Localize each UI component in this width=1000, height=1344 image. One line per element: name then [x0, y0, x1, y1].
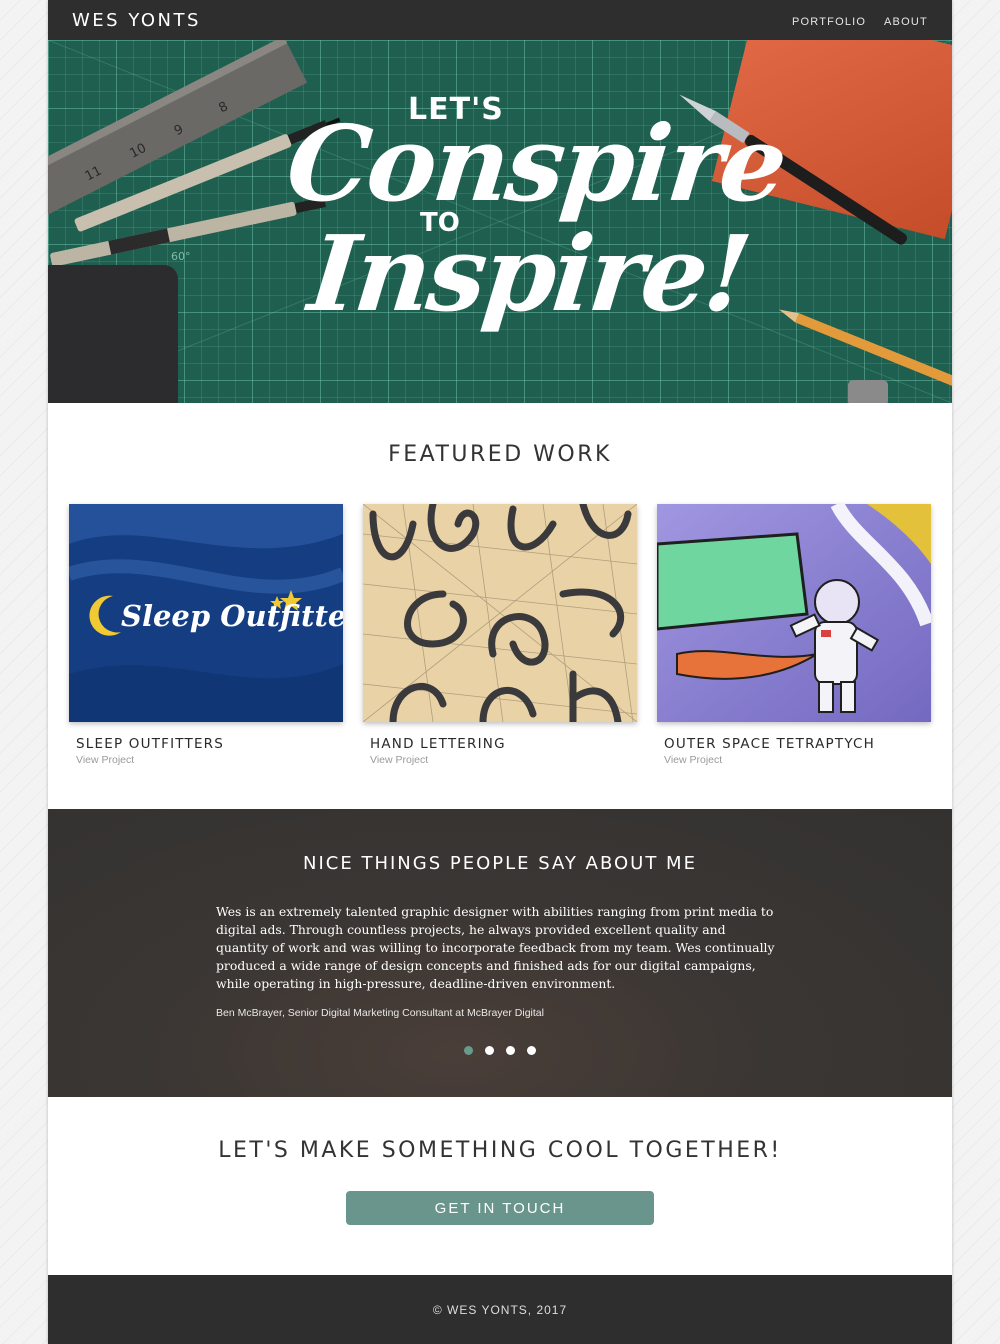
cta-heading: LET'S MAKE SOMETHING COOL TOGETHER! [218, 1138, 782, 1163]
project-card-sleep-outfitters[interactable]: Sleep Outfitters SLEEP OUTFITTERS View P… [69, 504, 343, 766]
testimonial-section: NICE THINGS PEOPLE SAY ABOUT ME Wes is a… [48, 809, 952, 1097]
carousel-dot-2[interactable] [485, 1046, 494, 1055]
sleep-outfitters-logo-image: Sleep Outfitters [69, 504, 343, 722]
testimonial-heading: NICE THINGS PEOPLE SAY ABOUT ME [303, 853, 697, 874]
hero-lettering: LET'S Conspire TO Inspire! [48, 40, 952, 403]
project-thumbnail-sleep-outfitters[interactable]: Sleep Outfitters [69, 504, 343, 722]
copyright-text: © WES YONTS, 2017 [432, 1303, 568, 1317]
hero-banner: 11 10 9 8 60° LET'S Conspire TO Inspire! [48, 40, 952, 403]
nav-link-portfolio[interactable]: PORTFOLIO [792, 16, 866, 28]
project-title: HAND LETTERING [370, 736, 506, 752]
sleep-outfitters-logo-text: Sleep Outfitters [121, 599, 343, 633]
project-card-outer-space-tetraptych[interactable]: OUTER SPACE TETRAPTYCH View Project [657, 504, 931, 766]
view-project-link[interactable]: View Project [370, 754, 637, 766]
featured-work-heading: FEATURED WORK [388, 442, 612, 467]
project-thumbnail-outer-space[interactable] [657, 504, 931, 722]
site-footer: © WES YONTS, 2017 [48, 1275, 952, 1344]
carousel-dot-3[interactable] [506, 1046, 515, 1055]
page: WES YONTS PORTFOLIO ABOUT 11 10 9 8 60° … [48, 0, 952, 1344]
view-project-link[interactable]: View Project [664, 754, 931, 766]
testimonial-author: Ben McBrayer, Senior Digital Marketing C… [216, 1007, 544, 1019]
top-nav: WES YONTS PORTFOLIO ABOUT [48, 0, 952, 40]
hero-line-conspire: Conspire [281, 102, 790, 225]
hand-lettering-image [363, 504, 637, 722]
nav-link-about[interactable]: ABOUT [884, 16, 928, 28]
hero-line-inspire: Inspire! [303, 212, 755, 335]
site-brand[interactable]: WES YONTS [72, 10, 201, 31]
outer-space-illustration [657, 504, 931, 722]
project-title: OUTER SPACE TETRAPTYCH [664, 736, 876, 752]
get-in-touch-button[interactable]: GET IN TOUCH [346, 1191, 654, 1225]
testimonial-quote: Wes is an extremely talented graphic des… [216, 904, 775, 991]
project-title: SLEEP OUTFITTERS [76, 736, 225, 752]
view-project-link[interactable]: View Project [76, 754, 343, 766]
project-card-hand-lettering[interactable]: HAND LETTERING View Project [363, 504, 637, 766]
project-thumbnail-hand-lettering[interactable] [363, 504, 637, 722]
carousel-dot-1[interactable] [464, 1046, 473, 1055]
carousel-dots [48, 1046, 952, 1055]
carousel-dot-4[interactable] [527, 1046, 536, 1055]
